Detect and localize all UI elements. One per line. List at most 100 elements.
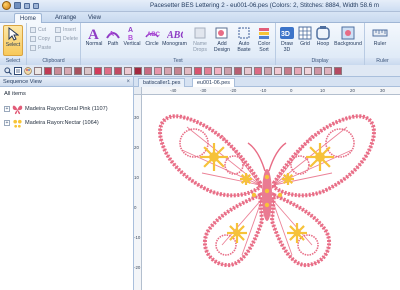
thread-swatch[interactable] bbox=[254, 66, 262, 75]
ruler-icon bbox=[372, 25, 388, 41]
doc-tab-eu001[interactable]: eu001-06.pes bbox=[192, 78, 235, 87]
thread-swatch[interactable] bbox=[244, 66, 252, 75]
thread-swatch[interactable] bbox=[34, 66, 42, 75]
butterfly-thumbnail-icon bbox=[12, 105, 23, 114]
thread-swatch[interactable] bbox=[74, 66, 82, 75]
horizontal-ruler: -40 -30 -20 -10 0 10 20 30 bbox=[142, 87, 400, 95]
thread-swatch[interactable] bbox=[84, 66, 92, 75]
flower-center bbox=[315, 152, 325, 162]
thread-swatch[interactable] bbox=[64, 66, 72, 75]
thread-swatch[interactable] bbox=[124, 66, 132, 75]
path-text-button[interactable]: A Path bbox=[105, 25, 121, 56]
circle-text-icon: ABC bbox=[144, 25, 160, 41]
thread-swatch[interactable] bbox=[54, 66, 62, 75]
palette-icon[interactable] bbox=[24, 66, 32, 75]
document-tabs: batiscaller1.pes eu001-06.pes bbox=[134, 77, 400, 87]
thread-swatch[interactable] bbox=[184, 66, 192, 75]
thread-swatch[interactable] bbox=[144, 66, 152, 75]
ruler-tick-label: 0 bbox=[134, 205, 137, 210]
monogram-icon: ABC bbox=[167, 25, 183, 41]
thread-swatch[interactable] bbox=[334, 66, 342, 75]
thread-swatch[interactable] bbox=[234, 66, 242, 75]
color-sort-button[interactable]: Color Sort bbox=[255, 25, 273, 56]
normal-text-button[interactable]: A Normal bbox=[84, 25, 104, 56]
tab-home[interactable]: Home bbox=[14, 13, 43, 23]
ruler-tick-label: 30 bbox=[134, 115, 139, 120]
thread-swatch[interactable] bbox=[284, 66, 292, 75]
insert-button[interactable]: Insert bbox=[55, 26, 76, 33]
sequence-root-label[interactable]: All items bbox=[4, 91, 26, 97]
thread-swatch[interactable] bbox=[274, 66, 282, 75]
auto-baste-icon bbox=[236, 25, 252, 41]
thread-swatch[interactable] bbox=[134, 66, 142, 75]
thread-swatch[interactable] bbox=[264, 66, 272, 75]
undo-quick-icon[interactable] bbox=[24, 2, 30, 9]
copy-button[interactable]: Copy bbox=[30, 35, 50, 42]
thread-swatch[interactable] bbox=[104, 66, 112, 75]
svg-text:A: A bbox=[128, 27, 133, 34]
tab-arrange[interactable]: Arrange bbox=[50, 13, 81, 23]
ruler-tick-label: -10 bbox=[134, 235, 141, 240]
ruler-tick-label: 30 bbox=[380, 88, 385, 93]
tab-view[interactable]: View bbox=[83, 13, 106, 23]
vertical-ruler: 30 20 10 0 -10 -20 bbox=[134, 95, 142, 290]
thread-swatch[interactable] bbox=[164, 66, 172, 75]
scissors-icon bbox=[30, 26, 36, 33]
svg-text:3D: 3D bbox=[281, 31, 290, 38]
thread-swatch[interactable] bbox=[314, 66, 322, 75]
svg-text:ABC: ABC bbox=[167, 30, 183, 41]
thread-swatch[interactable] bbox=[194, 66, 202, 75]
paste-button[interactable]: Paste bbox=[30, 44, 51, 51]
draw-3d-button[interactable]: 3D Draw 3D bbox=[278, 25, 296, 56]
thread-swatch[interactable] bbox=[94, 66, 102, 75]
thread-swatch[interactable] bbox=[204, 66, 212, 75]
cut-button[interactable]: Cut bbox=[30, 26, 46, 33]
background-button[interactable]: Background bbox=[333, 25, 363, 56]
grid-button[interactable]: Grid bbox=[297, 25, 313, 56]
wing-vein bbox=[271, 198, 293, 256]
copy-icon bbox=[30, 35, 36, 42]
grid-icon bbox=[297, 25, 313, 41]
auto-baste-button[interactable]: Auto Baste bbox=[235, 25, 253, 56]
app-logo-icon[interactable] bbox=[2, 1, 11, 10]
thread-swatch[interactable] bbox=[114, 66, 122, 75]
redo-quick-icon[interactable] bbox=[33, 2, 39, 9]
expand-icon[interactable]: + bbox=[4, 120, 10, 126]
monogram-button[interactable]: ABC Monogram bbox=[162, 25, 187, 56]
sequence-item-coral-pink[interactable]: + Madeira Rayon:Coral Pink (1107) bbox=[4, 103, 108, 115]
doc-tab-batiscaller[interactable]: batiscaller1.pes bbox=[138, 78, 186, 87]
thread-swatch[interactable] bbox=[44, 66, 52, 75]
name-drops-button[interactable]: Name Drops bbox=[191, 25, 209, 56]
ruler-tick-label: 10 bbox=[320, 88, 325, 93]
ruler-button[interactable]: Ruler bbox=[368, 25, 392, 56]
hoop-button[interactable]: Hoop bbox=[315, 25, 331, 56]
antennae bbox=[247, 142, 287, 172]
thread-swatch[interactable] bbox=[304, 66, 312, 75]
thread-swatch[interactable] bbox=[324, 66, 332, 75]
group-label-text: Text bbox=[81, 58, 275, 65]
add-design-button[interactable]: Add Design bbox=[212, 25, 232, 56]
expand-icon[interactable]: + bbox=[4, 106, 10, 112]
select-button[interactable]: Select bbox=[3, 25, 23, 56]
thread-swatch[interactable] bbox=[224, 66, 232, 75]
thread-swatch[interactable] bbox=[174, 66, 182, 75]
close-icon[interactable]: × bbox=[126, 77, 130, 87]
delete-button[interactable]: Delete bbox=[55, 35, 78, 42]
group-text: A Normal A Path AB Vertical ABC Circle A… bbox=[81, 23, 276, 65]
vertical-text-button[interactable]: AB Vertical bbox=[122, 25, 142, 56]
thread-chart-icon[interactable] bbox=[14, 66, 22, 75]
thread-swatch[interactable] bbox=[214, 66, 222, 75]
thread-swatch[interactable] bbox=[154, 66, 162, 75]
sequence-item-nectar[interactable]: + Madeira Rayon:Nectar (1064) bbox=[4, 117, 99, 129]
add-design-icon bbox=[214, 25, 230, 41]
design-canvas[interactable] bbox=[142, 95, 400, 290]
butterfly-embroidery-design[interactable] bbox=[142, 95, 400, 290]
lace-circle bbox=[290, 155, 310, 175]
ruler-tick-label: 20 bbox=[350, 88, 355, 93]
circle-text-button[interactable]: ABC Circle bbox=[143, 25, 161, 56]
letter-a-normal-icon: A bbox=[86, 25, 102, 41]
thread-swatch[interactable] bbox=[294, 66, 302, 75]
zoom-icon[interactable] bbox=[4, 66, 12, 75]
save-quick-icon[interactable] bbox=[14, 2, 21, 9]
ruler-tick-label: -10 bbox=[260, 88, 267, 93]
